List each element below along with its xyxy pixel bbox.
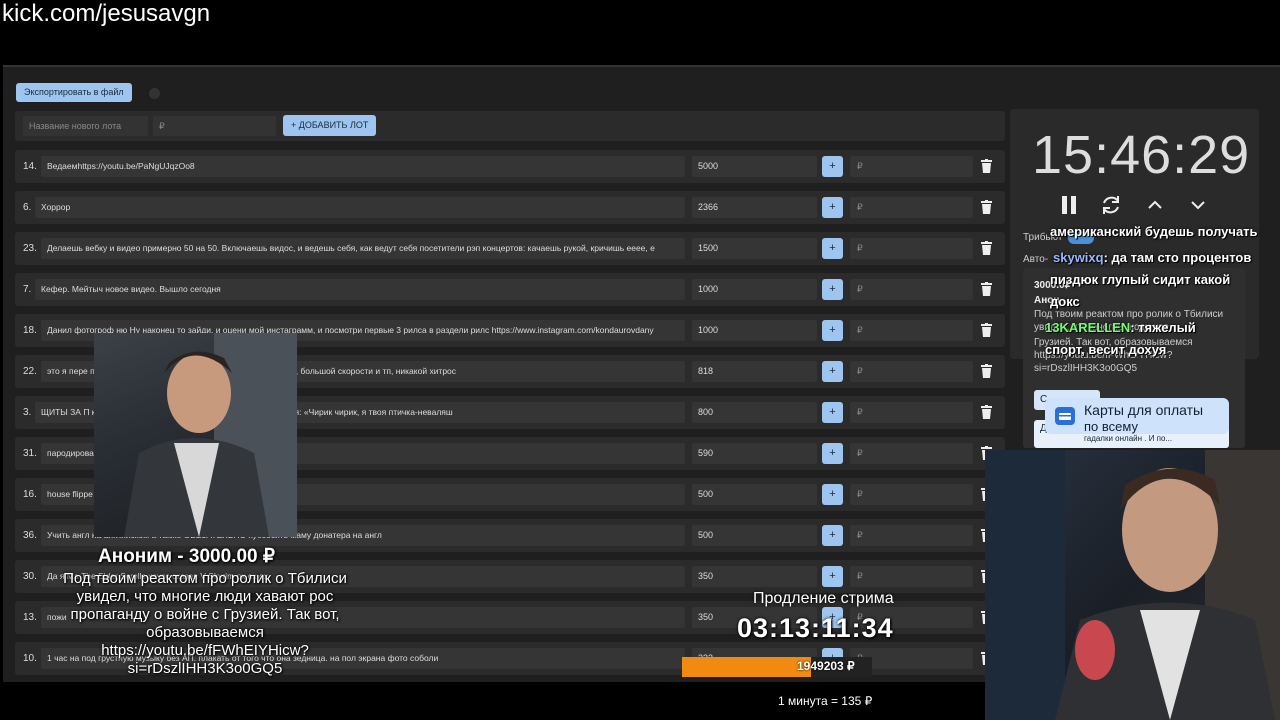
lot-sum-input[interactable]: 1000 — [692, 320, 817, 341]
lot-name-input[interactable]: Делаешь вебку и видео примерно 50 на 50.… — [41, 238, 685, 259]
alert-title: Аноним - 3000.00 ₽ — [98, 546, 275, 567]
lot-rub-input[interactable]: ₽ — [850, 525, 973, 546]
lot-sum-input[interactable]: 818 — [692, 361, 817, 382]
chat-message: : да там сто процентов — [1103, 250, 1252, 265]
lot-number: 3. — [23, 407, 32, 418]
alert-message: Под твоим реактом про ролик о Тбилиси ув… — [63, 570, 347, 677]
chat-line: спорт, весит дохуя — [1045, 342, 1167, 357]
extension-progress-fill — [682, 657, 812, 677]
chevron-up-icon[interactable] — [1144, 194, 1166, 216]
stream-url: kick.com/jesusavgn — [2, 0, 211, 27]
trash-icon[interactable] — [981, 200, 992, 214]
lot-row: 6. Хоррор 2366 + ₽ — [15, 191, 1005, 224]
pause-icon[interactable] — [1058, 194, 1080, 216]
lot-add-button[interactable]: + — [822, 443, 843, 464]
lot-number: 36. — [23, 530, 37, 541]
lot-name-input[interactable]: Хоррор — [35, 197, 685, 218]
lot-add-button[interactable]: + — [822, 484, 843, 505]
export-button[interactable]: Экспортировать в файл — [16, 83, 132, 102]
lot-add-button[interactable]: + — [822, 238, 843, 259]
trash-icon[interactable] — [981, 159, 992, 173]
lot-name-input[interactable]: Ведаемhttps://youtu.be/PaNgUJqzOo8 — [41, 156, 685, 177]
lot-sum-input[interactable]: 500 — [692, 525, 817, 546]
lot-number: 18. — [23, 325, 37, 336]
lot-name-input[interactable]: Кефер. Мейтыч новое видео. Вышло сегодня — [35, 279, 685, 300]
chat-username: skywixq — [1053, 250, 1104, 265]
lot-number: 31. — [23, 448, 37, 459]
chat-message: : тяжелый — [1130, 320, 1196, 335]
webcam-overlay-small — [94, 333, 297, 537]
lot-number: 23. — [23, 243, 37, 254]
lot-sum-input[interactable]: 1000 — [692, 279, 817, 300]
chat-line: американский будешь получать — [1050, 224, 1258, 239]
extension-timer: 03:13:11:34 — [737, 613, 894, 643]
lot-rub-input[interactable]: ₽ — [850, 443, 973, 464]
lot-rub-input[interactable]: ₽ — [850, 566, 973, 587]
lot-row: 23. Делаешь вебку и видео примерно 50 на … — [15, 232, 1005, 265]
lot-rub-input[interactable]: ₽ — [850, 484, 973, 505]
new-lot-rub-input[interactable]: ₽ — [153, 116, 276, 136]
streamer-silhouette — [985, 450, 1280, 720]
reset-icon[interactable] — [1100, 194, 1122, 216]
lot-rub-input[interactable]: ₽ — [850, 238, 973, 259]
lot-sum-input[interactable]: 800 — [692, 402, 817, 423]
lot-sum-input[interactable]: 5000 — [692, 156, 817, 177]
cards-subtitle: по всему — [1084, 419, 1138, 434]
lot-sum-input[interactable]: 2366 — [692, 197, 817, 218]
lot-rub-input[interactable]: ₽ — [850, 361, 973, 382]
lot-row: 7. Кефер. Мейтыч новое видео. Вышло сегод… — [15, 273, 1005, 306]
lot-number: 6. — [23, 202, 32, 213]
lot-add-button[interactable]: + — [822, 320, 843, 341]
streamer-silhouette — [124, 333, 297, 537]
cards-popup[interactable]: Карты для оплаты по всему — [1045, 398, 1229, 434]
lot-number: 14. — [23, 161, 37, 172]
trash-icon[interactable] — [981, 241, 992, 255]
new-lot-bar: Название нового лота ₽ + ДОБАВИТЬ ЛОТ — [15, 111, 1005, 141]
extension-rate: 1 минута = 135 ₽ — [778, 694, 873, 708]
trash-icon[interactable] — [981, 364, 992, 378]
chat-username: 13KARELLEN — [1045, 320, 1131, 335]
auto-label: Авто- — [1023, 254, 1049, 265]
lot-add-button[interactable]: + — [822, 361, 843, 382]
lot-row: 14. Ведаемhttps://youtu.be/PaNgUJqzOo8 500… — [15, 150, 1005, 183]
chat-line: пиздюк глупый сидит какой — [1050, 272, 1231, 287]
lot-number: 10. — [23, 653, 37, 664]
add-lot-button[interactable]: + ДОБАВИТЬ ЛОТ — [283, 115, 377, 136]
extension-amount: 1949203 ₽ — [797, 659, 855, 673]
lot-rub-input[interactable]: ₽ — [850, 197, 973, 218]
chat-line: skywixq: да там сто процентов — [1053, 250, 1251, 265]
chat-line: 13KARELLEN: тяжелый — [1045, 320, 1196, 335]
card-icon — [1055, 407, 1075, 425]
trash-icon[interactable] — [981, 323, 992, 337]
lot-add-button[interactable]: + — [822, 566, 843, 587]
toggle-dot[interactable] — [149, 88, 160, 99]
webcam-overlay-large — [985, 450, 1280, 720]
new-lot-name-input[interactable]: Название нового лота — [23, 116, 148, 136]
lot-sum-input[interactable]: 500 — [692, 484, 817, 505]
extension-label: Продление стрима — [753, 590, 894, 607]
lot-add-button[interactable]: + — [822, 156, 843, 177]
lot-rub-input[interactable]: ₽ — [850, 402, 973, 423]
lot-sum-input[interactable]: 350 — [692, 566, 817, 587]
lot-add-button[interactable]: + — [822, 197, 843, 218]
lot-number: 16. — [23, 489, 37, 500]
countdown-clock: 15:46:29 — [1032, 125, 1251, 185]
lot-number: 30. — [23, 571, 37, 582]
lot-number: 7. — [23, 284, 32, 295]
lot-rub-input[interactable]: ₽ — [850, 279, 973, 300]
trash-icon[interactable] — [981, 405, 992, 419]
chat-line: докс — [1050, 294, 1080, 309]
lot-rub-input[interactable]: ₽ — [850, 320, 973, 341]
lot-number: 22. — [23, 366, 37, 377]
trash-icon[interactable] — [981, 282, 992, 296]
cards-title: Карты для оплаты — [1084, 402, 1204, 418]
lot-rub-input[interactable]: ₽ — [850, 156, 973, 177]
lot-add-button[interactable]: + — [822, 402, 843, 423]
lot-add-button[interactable]: + — [822, 279, 843, 300]
lot-add-button[interactable]: + — [822, 525, 843, 546]
lot-sum-input[interactable]: 590 — [692, 443, 817, 464]
lot-sum-input[interactable]: 1500 — [692, 238, 817, 259]
lot-number: 13. — [23, 612, 37, 623]
chevron-down-icon[interactable] — [1187, 194, 1209, 216]
